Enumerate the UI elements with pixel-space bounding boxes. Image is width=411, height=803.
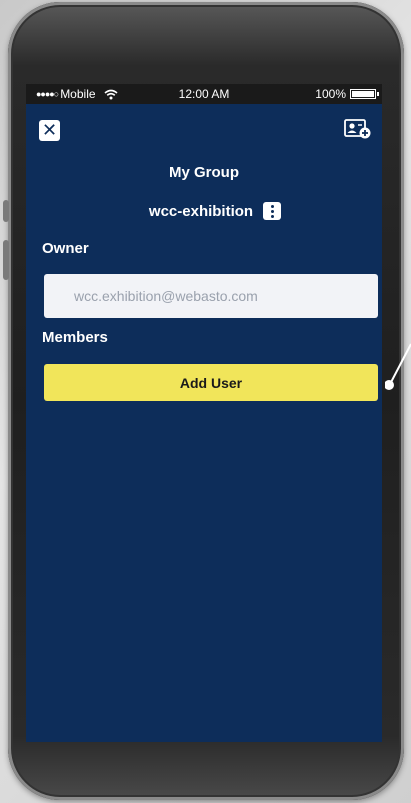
owner-label: Owner [42, 240, 89, 257]
group-name: wcc-exhibition [148, 202, 254, 220]
owner-email-field: wcc.exhibition@webasto.com [44, 274, 378, 318]
menu-dot [270, 204, 274, 208]
battery-percent: 100% [315, 87, 346, 101]
group-row: wcc-exhibition [26, 202, 382, 220]
add-user-button[interactable]: Add User [44, 364, 378, 401]
add-contact-icon[interactable] [344, 118, 372, 140]
close-button[interactable]: ✕ [39, 120, 60, 141]
app-screen: ●●●●○ Mobile 12:00 AM 100% ✕ My Group wc… [26, 84, 382, 742]
menu-dot [270, 214, 274, 218]
status-right: 100% [315, 87, 379, 101]
annotation-pointer [385, 343, 411, 390]
battery-level [352, 91, 374, 97]
members-label: Members [42, 329, 108, 346]
kebab-menu-icon[interactable] [263, 202, 282, 220]
menu-dot [270, 209, 274, 213]
status-bar: ●●●●○ Mobile 12:00 AM 100% [26, 84, 382, 104]
battery-icon [350, 89, 379, 99]
mute-switch [3, 200, 9, 222]
close-icon: ✕ [41, 119, 58, 141]
home-bezel [26, 742, 382, 800]
page-title: My Group [169, 164, 239, 181]
volume-up-button [3, 240, 9, 280]
